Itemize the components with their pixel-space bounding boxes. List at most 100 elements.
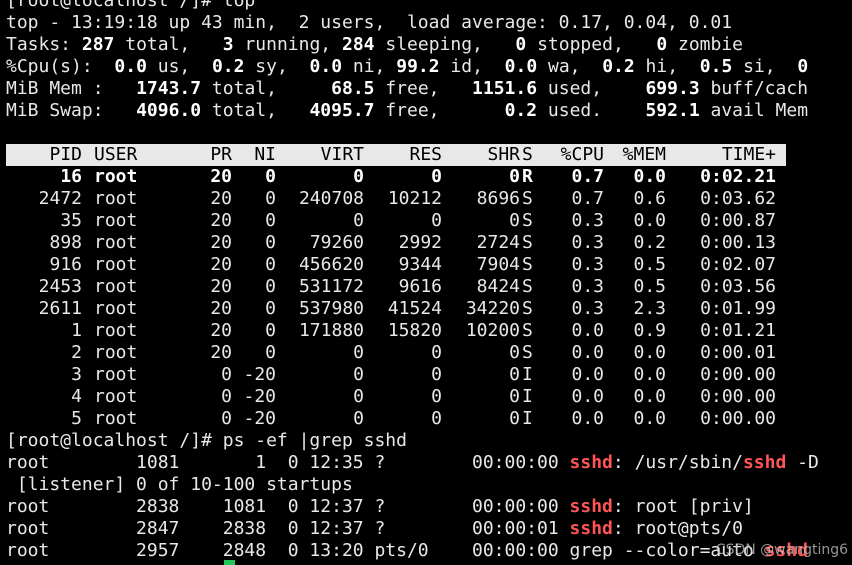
cpu-si: 0.5 <box>699 56 733 77</box>
cell-user: root <box>94 298 138 319</box>
tasks-total: 287 <box>81 34 115 55</box>
cell-state: I <box>522 364 533 385</box>
cell-mem: 2.3 <box>633 298 666 319</box>
cpu-hi-label: hi, <box>634 56 679 77</box>
cell-state: S <box>522 188 533 209</box>
cpu-sy-label: sy, <box>244 56 288 77</box>
tasks-total-label: total, <box>114 34 191 55</box>
cell-shr: 2724 <box>476 232 520 253</box>
col-header-virt: VIRT <box>320 144 364 165</box>
table-row: 5 root 0 -20 0 0 0 I 0.0 0.0 0:00.00 <box>6 408 786 430</box>
cpu-us-label: us, <box>146 56 191 77</box>
tasks-running-label: running, <box>233 34 332 55</box>
cell-shr: 0 <box>509 408 520 429</box>
cpu-line: %Cpu(s): 0.0 us, 0.2 sy, 0.0 ni, 99.2 id… <box>6 56 808 78</box>
cell-mem: 0.2 <box>633 232 666 253</box>
cell-time: 0:00.00 <box>700 408 776 429</box>
cpu-st: 0 <box>797 56 809 77</box>
tasks-stopped: 0 <box>515 34 527 55</box>
cell-pid: 898 <box>49 232 82 253</box>
cell-pr: 0 <box>221 408 232 429</box>
cell-res: 0 <box>431 364 442 385</box>
cell-mem: 0.5 <box>633 254 666 275</box>
cell-shr: 34220 <box>465 298 520 319</box>
col-header-cpu: %CPU <box>560 144 604 165</box>
cell-user: root <box>94 386 138 407</box>
cell-time: 0:00.87 <box>700 210 776 231</box>
cell-pid: 5 <box>71 408 82 429</box>
cell-pr: 20 <box>210 232 232 253</box>
cell-cpu: 0.3 <box>571 232 604 253</box>
mem-used-label: used, <box>537 78 603 99</box>
cell-pid: 2611 <box>38 298 82 319</box>
cell-pid: 1 <box>71 320 82 341</box>
cell-res: 0 <box>431 342 442 363</box>
cpu-id: 99.2 <box>396 56 440 77</box>
cell-res: 0 <box>431 386 442 407</box>
terminal-window[interactable]: [root@localhost /]# top top - 13:19:18 u… <box>0 0 852 565</box>
cell-user: root <box>94 210 138 231</box>
cell-pid: 916 <box>49 254 82 275</box>
cell-ni: 0 <box>265 188 276 209</box>
cell-state: S <box>522 298 533 319</box>
cell-ni: -20 <box>243 364 276 385</box>
tasks-sleeping-label: sleeping, <box>374 34 483 55</box>
tasks-zombie-label: zombie <box>667 34 744 55</box>
cell-cpu: 0.3 <box>571 210 604 231</box>
cell-ni: -20 <box>243 408 276 429</box>
cell-user: root <box>94 408 138 429</box>
cell-state: S <box>522 232 533 253</box>
cell-state: S <box>522 342 533 363</box>
cell-virt: 171880 <box>298 320 364 341</box>
cell-cpu: 0.3 <box>571 298 604 319</box>
ps-output-line: root 2838 1081 0 12:37 ? 00:00:00 sshd: … <box>6 496 754 518</box>
ps-output-line: root 1081 1 0 12:35 ? 00:00:00 sshd: /us… <box>6 452 819 474</box>
cell-time: 0:00.00 <box>700 386 776 407</box>
cell-pid: 2472 <box>38 188 82 209</box>
cell-user: root <box>94 276 138 297</box>
mem-total: 1743.7 <box>136 78 202 99</box>
col-header-time: TIME+ <box>721 144 776 165</box>
cell-pid: 2453 <box>38 276 82 297</box>
cell-mem: 0.9 <box>633 320 666 341</box>
table-row: 1 root 20 0 171880 15820 10200 S 0.0 0.9 0:01.21 <box>6 320 786 342</box>
cell-ni: 0 <box>265 276 276 297</box>
cell-user: root <box>94 232 138 253</box>
cell-res: 41524 <box>387 298 442 319</box>
cell-cpu: 0.3 <box>571 254 604 275</box>
cell-mem: 0.0 <box>633 386 666 407</box>
cell-cpu: 0.7 <box>571 188 604 209</box>
cell-ni: 0 <box>265 166 276 187</box>
cell-res: 0 <box>431 210 442 231</box>
cell-virt: 0 <box>353 210 364 231</box>
cell-virt: 79260 <box>309 232 364 253</box>
tasks-label: Tasks: <box>6 34 72 55</box>
cell-pr: 20 <box>210 254 232 275</box>
swap-label: MiB Swap: <box>6 100 104 121</box>
top-uptime-line: top - 13:19:18 up 43 min, 2 users, load … <box>6 12 733 33</box>
ps-output-line: root 2847 2838 0 12:37 ? 00:00:01 sshd: … <box>6 518 743 540</box>
table-row: 2472 root 20 0 240708 10212 8696 S 0.7 0.6 0:03.62 <box>6 188 786 210</box>
cell-state: S <box>522 210 533 231</box>
col-header-user: USER <box>94 144 138 165</box>
cell-shr: 0 <box>509 166 520 187</box>
ps-text: root 2957 2848 0 13:20 pts/0 00:00:00 gr… <box>6 540 765 561</box>
cell-pr: 20 <box>210 188 232 209</box>
ps-text: : /usr/sbin/ <box>612 452 743 473</box>
mem-total-label: total, <box>201 78 277 99</box>
cpu-sy: 0.2 <box>211 56 245 77</box>
mem-free: 68.5 <box>331 78 375 99</box>
cell-time: 0:02.21 <box>700 166 776 187</box>
process-table-header: PID USER PR NI VIRT RES SHR S %CPU %MEM … <box>6 144 786 166</box>
col-header-pid: PID <box>49 144 82 165</box>
cell-time: 0:00.13 <box>700 232 776 253</box>
mem-buff-label: buff/cach <box>699 78 809 99</box>
cell-user: root <box>94 188 138 209</box>
cell-cpu: 0.0 <box>571 408 604 429</box>
cell-virt: 456620 <box>298 254 364 275</box>
ps-output-line: root 2957 2848 0 13:20 pts/0 00:00:00 gr… <box>6 540 808 562</box>
cell-time: 0:00.00 <box>700 364 776 385</box>
col-header-ni: NI <box>254 144 276 165</box>
cell-cpu: 0.0 <box>571 320 604 341</box>
cpu-us: 0.0 <box>114 56 147 77</box>
